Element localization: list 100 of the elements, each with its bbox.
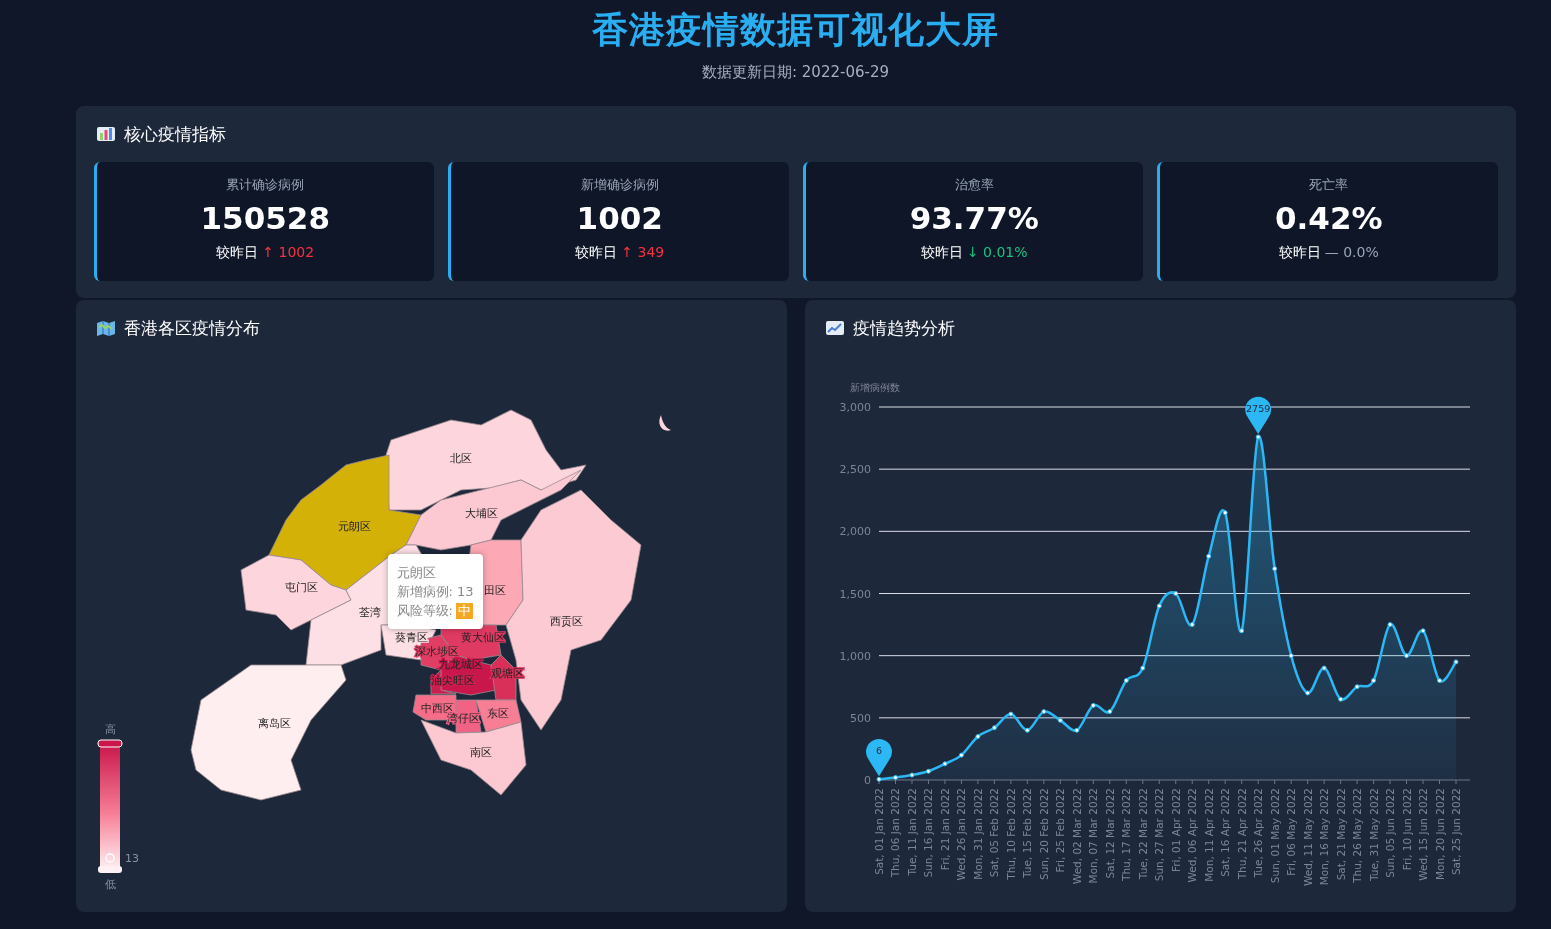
- y-axis-title: 新增病例数: [849, 382, 900, 393]
- district-label: 荃湾: [358, 606, 381, 619]
- data-point: [941, 761, 947, 767]
- range-handle[interactable]: [97, 866, 122, 873]
- district-label: 油尖旺区: [430, 674, 475, 687]
- change-value: ↑ 1002: [262, 244, 315, 262]
- x-tick-label: Sun, 05 Jun 2022: [1383, 788, 1396, 878]
- data-point: [1106, 709, 1112, 715]
- tooltip-text: 风险等级:: [396, 602, 453, 620]
- tooltip-title: 元朗区: [396, 564, 437, 582]
- line-chart-icon: [824, 319, 845, 337]
- compare-label: 较昨日: [216, 244, 259, 262]
- data-point: [1436, 678, 1442, 684]
- y-tick-label: 1,500: [839, 587, 871, 601]
- compare-label: 较昨日: [1278, 244, 1321, 262]
- data-point: [1057, 717, 1063, 723]
- range-handle[interactable]: [97, 739, 122, 748]
- legend-high-label: 高: [104, 723, 115, 736]
- bar-chart-icon: [95, 125, 116, 143]
- x-tick-label: Fri, 01 Apr 2022: [1169, 788, 1182, 873]
- x-tick-label: Tue, 31 May 2022: [1367, 788, 1380, 882]
- data-point: [1304, 690, 1310, 696]
- x-tick-label: Fri, 21 Jan 2022: [938, 788, 951, 871]
- x-tick-label: Tue, 22 Mar 2022: [1136, 788, 1149, 880]
- x-tick-label: Tue, 15 Feb 2022: [1020, 788, 1033, 878]
- change-value: ↓ 0.01%: [966, 244, 1028, 262]
- compare-label: 较昨日: [920, 244, 963, 262]
- data-point: [1139, 665, 1145, 671]
- x-tick-label: Fri, 06 May 2022: [1284, 788, 1297, 876]
- x-tick-label: Mon, 16 May 2022: [1317, 788, 1330, 886]
- risk-badge: 中: [455, 602, 473, 619]
- x-tick-label: Wed, 11 May 2022: [1301, 788, 1314, 887]
- data-point: [1007, 711, 1013, 717]
- data-point: [925, 768, 931, 774]
- data-point: [1387, 622, 1393, 628]
- data-point: [1337, 696, 1343, 702]
- district-label: 葵青区: [394, 631, 427, 644]
- y-tick-label: 2,000: [839, 525, 871, 539]
- district-label: 九龙城区: [438, 658, 483, 671]
- tooltip-text: 新增病例: 13: [396, 583, 474, 601]
- y-tick-label: 1,000: [839, 649, 871, 663]
- district-label: 北区: [449, 452, 472, 465]
- x-tick-label: Sat, 21 May 2022: [1334, 788, 1347, 881]
- x-tick-label: Sun, 27 Mar 2022: [1152, 788, 1165, 882]
- x-tick-label: Mon, 07 Mar 2022: [1086, 788, 1099, 884]
- annotation: 6: [875, 745, 882, 757]
- x-tick-label: Fri, 25 Feb 2022: [1053, 788, 1066, 873]
- update-date: 数据更新日期: 2022-06-29: [702, 63, 889, 82]
- y-tick-label: 3,000: [839, 401, 871, 414]
- x-tick-label: Fri, 10 Jun 2022: [1400, 788, 1413, 871]
- data-point: [1238, 628, 1244, 634]
- x-tick-label: Mon, 31 Jan 2022: [971, 788, 984, 880]
- x-tick-label: Sat, 01 Jan 2022: [872, 788, 885, 875]
- x-tick-label: Sat, 12 Mar 2022: [1103, 788, 1116, 879]
- data-point: [1189, 622, 1195, 628]
- panel-title: 疫情趋势分析: [852, 316, 955, 340]
- data-point: [1321, 665, 1327, 671]
- x-tick-label: Sat, 05 Feb 2022: [987, 788, 1000, 878]
- district-label: 屯门区: [284, 581, 317, 594]
- x-tick-label: Sun, 01 May 2022: [1268, 788, 1281, 884]
- annotation: 2759: [1245, 402, 1270, 414]
- y-tick-label: 2,500: [839, 463, 871, 477]
- district-region[interactable]: [405, 469, 581, 551]
- change-value: — 0.0%: [1324, 244, 1379, 262]
- data-point: [991, 725, 997, 731]
- value-pointer-icon: [104, 853, 115, 863]
- district-region[interactable]: [190, 664, 346, 801]
- x-tick-label: Wed, 15 Jun 2022: [1416, 788, 1429, 881]
- y-tick-label: 0: [863, 774, 871, 787]
- kpi-label: 累计确诊病例: [226, 176, 305, 194]
- kpi-label: 新增确诊病例: [580, 176, 659, 194]
- district-label: 大埔区: [464, 507, 497, 520]
- island-shape: [658, 415, 671, 431]
- max-min-pin: 6: [865, 738, 892, 777]
- data-point: [1156, 603, 1162, 609]
- dashboard-title: 香港疫情数据可视化大屏: [592, 8, 999, 52]
- x-tick-label: Thu, 21 Apr 2022: [1235, 788, 1248, 880]
- panel-title: 香港各区疫情分布: [123, 316, 260, 340]
- district-label: 元朗区: [337, 520, 370, 533]
- data-point: [1403, 653, 1409, 659]
- kpi-label: 死亡率: [1309, 176, 1349, 194]
- panel-title: 核心疫情指标: [123, 122, 226, 146]
- data-point: [974, 734, 980, 739]
- x-tick-label: Thu, 10 Feb 2022: [1004, 788, 1017, 880]
- kpi-value: 93.77%: [909, 200, 1039, 236]
- x-tick-label: Thu, 06 Jan 2022: [889, 788, 901, 878]
- kpi-value: 150528: [200, 200, 330, 236]
- district-label: 田区: [483, 584, 506, 597]
- data-point: [1172, 591, 1178, 596]
- data-point: [876, 776, 881, 782]
- x-tick-label: Sat, 16 Apr 2022: [1218, 788, 1231, 877]
- district-region[interactable]: [240, 554, 351, 631]
- data-point: [1090, 702, 1096, 708]
- data-point: [908, 772, 914, 778]
- data-point: [958, 752, 964, 758]
- data-point: [1370, 678, 1376, 684]
- x-tick-label: Mon, 11 Apr 2022: [1202, 788, 1215, 882]
- compare-label: 较昨日: [575, 244, 618, 262]
- kpi-value: 0.42%: [1274, 200, 1383, 236]
- data-point: [1040, 709, 1046, 715]
